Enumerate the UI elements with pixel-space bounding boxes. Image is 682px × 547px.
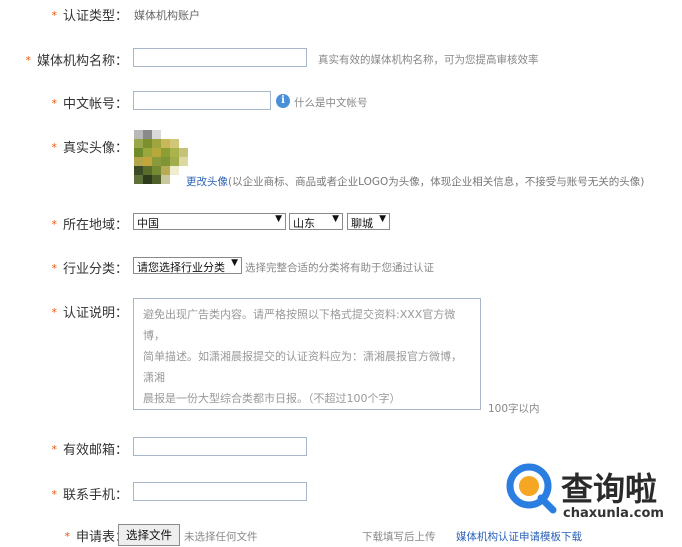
info-icon[interactable]: i	[276, 94, 290, 108]
avatar-hint: (以企业商标、商品或者企业LOGO为头像，体现企业相关信息，不接受与账号无关的头…	[228, 176, 645, 188]
industry-select[interactable]: 请您选择行业分类 ▼	[133, 257, 242, 274]
chinese-account-label: * 中文帐号：	[51, 97, 128, 112]
placeholder-line: 晨报是一份大型综合类都市日报。（不超过100个字）	[143, 392, 401, 405]
account-type-value: 媒体机构账户	[134, 9, 200, 22]
org-name-label: * 媒体机构名称：	[25, 54, 128, 69]
logo-text: 查询啦	[561, 470, 658, 508]
email-label: * 有效邮箱：	[51, 443, 128, 458]
chinese-account-help-link[interactable]: 什么是中文帐号	[294, 95, 368, 110]
chevron-down-icon: ▼	[379, 214, 386, 224]
avatar-hint-line: 更改头像(以企业商标、商品或者企业LOGO为头像，体现企业相关信息，不接受与账号…	[186, 174, 644, 189]
province-select[interactable]: 山东 ▼	[289, 213, 343, 230]
phone-label: * 联系手机：	[51, 488, 128, 503]
email-input[interactable]	[133, 437, 307, 456]
industry-label: * 行业分类：	[51, 262, 128, 277]
description-counter: 100字以内	[488, 403, 540, 415]
region-label: * 所在地域：	[51, 218, 128, 233]
city-select[interactable]: 聊城 ▼	[347, 213, 390, 230]
placeholder-line: 避免出现广告类内容。请严格按照以下格式提交资料:XXX官方微博，	[143, 308, 456, 342]
industry-hint: 选择完整合适的分类将有助于您通过认证	[245, 262, 434, 274]
country-select[interactable]: 中国 ▼	[133, 213, 286, 230]
chevron-down-icon: ▼	[275, 214, 282, 224]
avatar-label: * 真实头像：	[51, 141, 128, 156]
account-type-label: * 认证类型：	[51, 9, 128, 24]
magnifier-logo-icon	[506, 463, 557, 514]
description-textarea[interactable]: 避免出现广告类内容。请严格按照以下格式提交资料:XXX官方微博， 简单描述。如潇…	[133, 298, 481, 410]
logo-domain: chaxunla.com	[563, 506, 664, 521]
chevron-down-icon: ▼	[332, 214, 339, 224]
choose-file-button[interactable]: 选择文件	[118, 524, 180, 546]
change-avatar-link[interactable]: 更改头像	[186, 176, 228, 188]
org-name-hint: 真实有效的媒体机构名称，可为您提高审核效率	[318, 54, 539, 66]
chinese-account-input[interactable]	[133, 91, 271, 110]
placeholder-line: 简单描述。如潇湘晨报提交的认证资料应为：潇湘晨报官方微博，潇湘	[143, 350, 462, 384]
upload-hint: 下载填写后上传	[362, 531, 436, 543]
org-name-input[interactable]	[133, 48, 307, 67]
phone-input[interactable]	[133, 482, 307, 501]
file-status: 未选择任何文件	[184, 531, 258, 543]
watermark: 查询啦 chaxunla.com	[505, 462, 677, 526]
avatar-image	[134, 130, 188, 184]
description-label: * 认证说明：	[51, 306, 128, 321]
template-download-link[interactable]: 媒体机构认证申请模板下载	[456, 529, 582, 544]
chevron-down-icon: ▼	[231, 258, 238, 268]
